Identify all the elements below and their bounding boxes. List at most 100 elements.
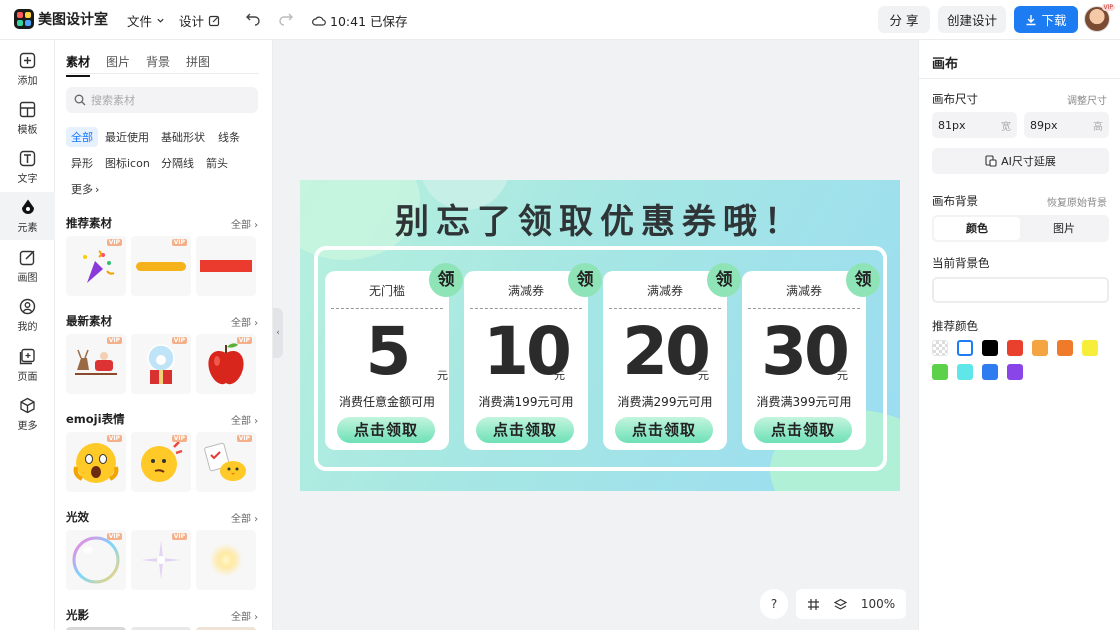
search-icon: [74, 94, 86, 106]
design-menu[interactable]: 设计: [179, 11, 220, 30]
asset-tile-emoji-scared[interactable]: VIP: [66, 432, 126, 492]
asset-tile-red-bar[interactable]: [196, 236, 256, 296]
search-input[interactable]: 搜索素材: [66, 87, 258, 113]
layers-icon[interactable]: [833, 598, 847, 611]
width-unit: 宽: [1001, 121, 1011, 133]
asset-tile-glow[interactable]: [196, 530, 256, 590]
color-swatch[interactable]: [1082, 340, 1098, 356]
asset-tile-apple[interactable]: VIP: [196, 334, 256, 394]
tool-mine[interactable]: 我的: [0, 291, 55, 339]
section-all-recommended[interactable]: 全部 ›: [231, 216, 258, 231]
tool-text[interactable]: 文字: [0, 143, 55, 191]
download-icon: [1026, 14, 1036, 25]
save-status-text: 10:41 已保存: [330, 14, 408, 29]
coupon-unit: 元: [437, 369, 448, 382]
tab-divider: [66, 73, 259, 74]
ai-extend-button[interactable]: AI尺寸延展: [932, 148, 1109, 174]
claim-button[interactable]: 点击领取: [615, 417, 713, 443]
vip-badge: VIP: [171, 239, 187, 246]
chip-irregular[interactable]: 异形: [66, 153, 98, 173]
current-bg-color-field[interactable]: [932, 277, 1109, 303]
design-headline[interactable]: 别忘了领取优惠券哦！: [300, 194, 900, 243]
tool-template[interactable]: 模板: [0, 94, 55, 142]
section-all-light-shadow[interactable]: 全部 ›: [231, 608, 258, 623]
color-swatch[interactable]: [932, 340, 948, 356]
vip-badge: VIP: [171, 533, 187, 540]
app-logo[interactable]: 美图设计室: [14, 9, 108, 29]
text-icon: [19, 149, 37, 167]
tab-color[interactable]: 颜色: [934, 217, 1020, 240]
logo-icon: [14, 9, 34, 29]
color-swatch[interactable]: [1007, 340, 1023, 356]
download-button[interactable]: 下载: [1014, 6, 1078, 33]
color-swatch[interactable]: [957, 340, 973, 356]
chip-more-label: 更多: [71, 183, 93, 196]
vip-badge: VIP: [236, 337, 252, 344]
restore-bg-link[interactable]: 恢复原始背景: [1047, 194, 1107, 209]
color-swatch[interactable]: [957, 364, 973, 380]
tool-page[interactable]: 页面: [0, 341, 55, 389]
asset-tile-brush-stroke[interactable]: VIP: [131, 236, 191, 296]
file-menu[interactable]: 文件: [127, 11, 165, 30]
chip-more[interactable]: 更多 ›: [66, 179, 104, 199]
color-swatch[interactable]: [1057, 340, 1073, 356]
grid-icon[interactable]: [807, 598, 820, 611]
asset-tile-emoji-checklist[interactable]: VIP: [196, 432, 256, 492]
sparkle-icon: [141, 540, 181, 580]
chip-all[interactable]: 全部: [66, 127, 98, 147]
section-all-light-effects[interactable]: 全部 ›: [231, 510, 258, 525]
collapse-panel-handle[interactable]: ‹: [273, 308, 283, 358]
asset-tile-emoji-thinking[interactable]: VIP: [131, 432, 191, 492]
tool-elements-label: 元素: [17, 223, 38, 234]
panel-divider: [919, 78, 1120, 79]
color-swatch[interactable]: [932, 364, 948, 380]
section-all-latest[interactable]: 全部 ›: [231, 314, 258, 329]
coupon-card[interactable]: 领 满减券 30 元 消费满399元可用 点击领取: [742, 263, 880, 450]
help-button[interactable]: ?: [760, 589, 788, 619]
tool-draw[interactable]: 画图: [0, 242, 55, 290]
claim-button[interactable]: 点击领取: [337, 417, 435, 443]
avatar[interactable]: VIP: [1084, 4, 1115, 32]
create-design-button[interactable]: 创建设计: [938, 6, 1006, 33]
color-swatch[interactable]: [982, 340, 998, 356]
tool-add[interactable]: 添加: [0, 45, 55, 93]
share-button[interactable]: 分 享: [878, 6, 930, 33]
color-swatch[interactable]: [982, 364, 998, 380]
chip-basic-shapes[interactable]: 基础形状: [156, 127, 210, 147]
chip-arrows[interactable]: 箭头: [201, 153, 233, 173]
section-all-emoji[interactable]: 全部 ›: [231, 412, 258, 427]
section-all-label: 全部: [231, 220, 251, 231]
color-swatch[interactable]: [1007, 364, 1023, 380]
coupon-card[interactable]: 领 满减券 10 元 消费满199元可用 点击领取: [464, 263, 602, 450]
properties-panel: 画布 画布尺寸 调整尺寸 81px 宽 89px 高 AI尺寸延展 画布背景 恢…: [918, 40, 1120, 630]
design-menu-label: 设计: [179, 14, 205, 29]
undo-icon[interactable]: [245, 10, 261, 30]
tool-elements[interactable]: 元素: [0, 192, 55, 240]
asset-tile-bubble[interactable]: VIP: [66, 530, 126, 590]
claim-button[interactable]: 点击领取: [476, 417, 574, 443]
coupon-card[interactable]: 领 满减券 20 元 消费满299元可用 点击领取: [603, 263, 741, 450]
asset-tile-santa-sleigh[interactable]: VIP: [66, 334, 126, 394]
tab-image[interactable]: 图片: [1021, 217, 1107, 240]
chip-icons[interactable]: 图标icon: [100, 153, 155, 173]
zoom-level[interactable]: 100%: [861, 597, 895, 611]
resize-link[interactable]: 调整尺寸: [1067, 92, 1107, 107]
height-field[interactable]: 89px 高: [1024, 112, 1109, 138]
canvas-controls: 100%: [796, 589, 906, 619]
width-field[interactable]: 81px 宽: [932, 112, 1017, 138]
color-swatch[interactable]: [1032, 340, 1048, 356]
claim-button[interactable]: 点击领取: [754, 417, 852, 443]
asset-tile-party-popper[interactable]: VIP: [66, 236, 126, 296]
thinking-face-icon: [141, 441, 183, 482]
chip-lines[interactable]: 线条: [213, 127, 245, 147]
chip-recent[interactable]: 最近使用: [100, 127, 154, 147]
redo-icon[interactable]: [278, 10, 294, 30]
chip-dividers[interactable]: 分隔线: [156, 153, 199, 173]
tool-more[interactable]: 更多: [0, 390, 55, 438]
asset-tile-snowglobe-gift[interactable]: VIP: [131, 334, 191, 394]
coupon-card[interactable]: 领 无门槛 5 元 消费任意金额可用 点击领取: [325, 263, 463, 450]
edit-icon: [208, 15, 220, 26]
draw-icon: [19, 248, 37, 266]
design-canvas[interactable]: 别忘了领取优惠券哦！ 领 无门槛 5 元 消费任意金额可用 点击领取 领 满减券…: [300, 180, 900, 491]
asset-tile-sparkle[interactable]: VIP: [131, 530, 191, 590]
